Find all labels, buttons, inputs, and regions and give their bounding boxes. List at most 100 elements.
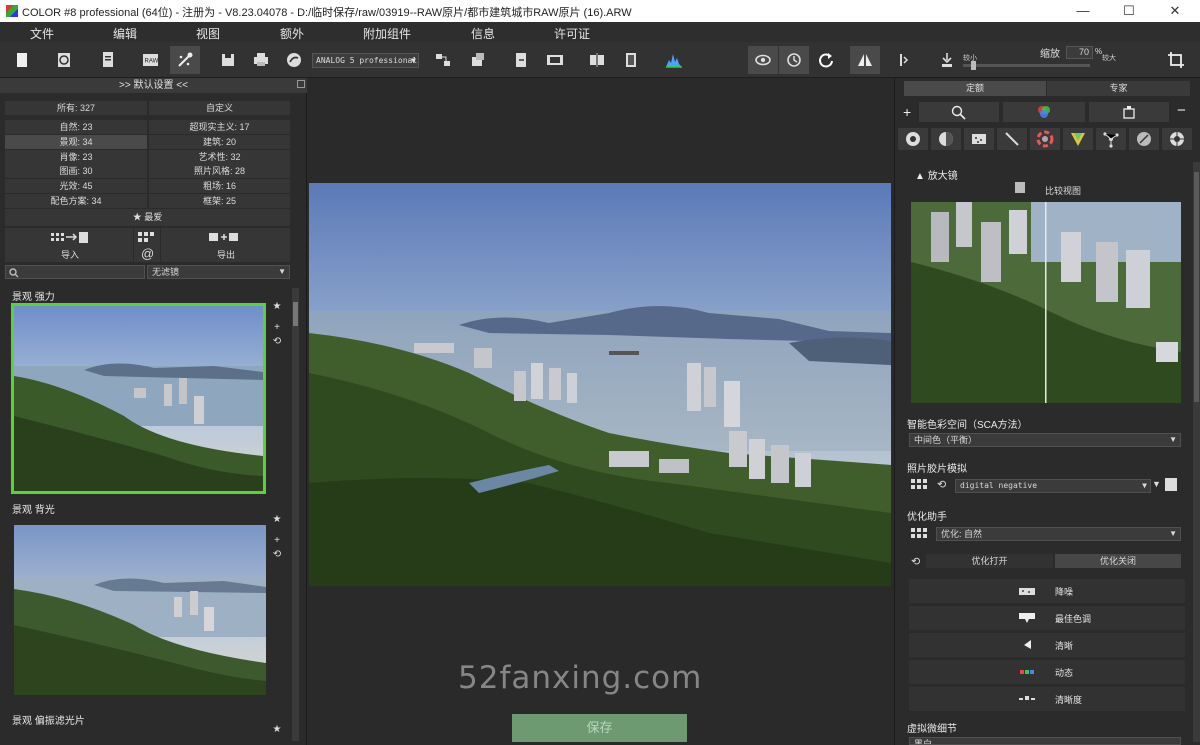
batch-icon[interactable] — [463, 46, 493, 74]
category-all[interactable]: 所有: 327 — [5, 101, 147, 115]
category-surreal[interactable]: 超现实主义: 17 — [149, 120, 290, 134]
tab-expert[interactable]: 专家 — [1047, 81, 1190, 96]
zoom-slider-handle[interactable] — [971, 61, 976, 70]
favorites-button[interactable]: ★ 最爱 — [5, 209, 290, 226]
mirror-icon[interactable] — [850, 46, 880, 74]
film-export-icon[interactable] — [1165, 478, 1177, 491]
gradient-icon[interactable] — [1063, 128, 1093, 150]
email-button[interactable]: @ — [134, 228, 160, 262]
tools-scroll-thumb[interactable] — [1194, 172, 1199, 402]
maximize-button[interactable]: ☐ — [1106, 0, 1152, 22]
fit-window-icon[interactable] — [1161, 46, 1191, 74]
category-nature[interactable]: 自然: 23 — [5, 120, 147, 134]
zoom-value-field[interactable]: 70 — [1066, 46, 1093, 59]
import-button[interactable]: 导入 — [5, 228, 133, 262]
category-photo-style[interactable]: 照片风格: 28 — [149, 164, 290, 178]
add-icon[interactable]: + — [271, 322, 283, 333]
presets-scroll-thumb[interactable] — [293, 302, 298, 326]
category-color-schemes[interactable]: 配色方案: 34 — [5, 194, 147, 208]
refresh-icon[interactable]: ⟲ — [271, 336, 283, 347]
tools-scrollbar[interactable] — [1193, 162, 1200, 742]
main-preview-image[interactable] — [309, 183, 891, 586]
optimize-grid-icon[interactable] — [911, 527, 933, 542]
single-view-icon[interactable] — [616, 46, 646, 74]
menu-edit[interactable]: 编辑 — [113, 25, 137, 42]
share-icon[interactable] — [279, 46, 309, 74]
optimize-refresh-icon[interactable]: ⟲ — [911, 555, 920, 568]
presets-scrollbar[interactable] — [292, 288, 299, 741]
menu-view[interactable]: 视图 — [196, 25, 220, 42]
split-icon[interactable] — [889, 46, 919, 74]
menu-info[interactable]: 信息 — [471, 25, 495, 42]
option-best-tone[interactable]: 最佳色调 — [909, 606, 1185, 630]
loupe-preview[interactable] — [911, 202, 1181, 403]
contrast-icon[interactable] — [931, 128, 961, 150]
optimize-select[interactable]: 优化: 自然 ▼ — [936, 527, 1181, 541]
film-strip-icon[interactable] — [540, 46, 570, 74]
menu-addons[interactable]: 附加组件 — [363, 25, 411, 42]
add-tool-button[interactable]: + — [903, 104, 911, 120]
option-dynamic[interactable]: 动态 — [909, 660, 1185, 684]
live-update-icon[interactable] — [779, 46, 809, 74]
print-icon[interactable] — [246, 46, 276, 74]
history-icon[interactable] — [49, 46, 79, 74]
sharpen-icon[interactable] — [997, 128, 1027, 150]
save-icon[interactable] — [213, 46, 243, 74]
refresh-icon[interactable]: ⟲ — [271, 549, 283, 560]
film-options-icon[interactable]: ▼ — [1152, 479, 1162, 491]
optimize-off-button[interactable]: 优化关闭 — [1055, 554, 1181, 568]
redo-icon[interactable] — [811, 46, 841, 74]
crop-icon[interactable] — [932, 46, 962, 74]
menu-extra[interactable]: 额外 — [280, 25, 304, 42]
remove-tool-button[interactable]: − — [1177, 102, 1186, 119]
close-button[interactable]: ✕ — [1152, 0, 1198, 22]
tab-basic[interactable]: 定额 — [904, 81, 1046, 96]
nodes-icon[interactable] — [1096, 128, 1126, 150]
export-doc-icon[interactable] — [506, 46, 536, 74]
category-light-effects[interactable]: 光效: 45 — [5, 179, 147, 193]
color-tool-button[interactable] — [1003, 102, 1085, 122]
category-custom[interactable]: 自定义 — [149, 101, 290, 115]
category-architecture[interactable]: 建筑: 20 — [149, 135, 290, 149]
compare-icon[interactable] — [582, 46, 612, 74]
zoom-slider[interactable] — [963, 61, 1090, 70]
option-denoise[interactable]: 降噪 — [909, 579, 1185, 603]
compare-toggle-icon[interactable] — [1015, 182, 1025, 193]
category-frames[interactable]: 框架: 25 — [149, 194, 290, 208]
menu-file[interactable]: 文件 — [30, 25, 54, 42]
category-portrait[interactable]: 肖像: 23 — [5, 150, 147, 164]
smart-color-select[interactable]: 中间色（平衡） ▼ — [909, 433, 1181, 447]
add-icon[interactable]: + — [271, 535, 283, 546]
settings-gear-icon[interactable] — [898, 128, 928, 150]
optimize-on-button[interactable]: 优化打开 — [926, 554, 1053, 568]
new-document-icon[interactable] — [7, 46, 37, 74]
collapse-arrow-icon[interactable]: ▲ — [915, 171, 928, 182]
page-icon[interactable] — [93, 46, 123, 74]
menu-license[interactable]: 许可证 — [554, 25, 590, 42]
presets-header[interactable]: >> 默认设置 << — [0, 78, 307, 93]
preview-eye-icon[interactable] — [748, 46, 778, 74]
film-refresh-icon[interactable]: ⟲ — [937, 478, 946, 491]
zoom-tool-button[interactable] — [919, 102, 999, 122]
panel-pin-icon[interactable] — [297, 80, 305, 88]
histogram-icon[interactable] — [659, 46, 689, 74]
favorite-star-icon[interactable]: ★ — [271, 724, 283, 735]
effects-icon[interactable] — [170, 46, 200, 74]
layout-icon[interactable] — [428, 46, 458, 74]
preset-thumb-2[interactable] — [14, 525, 266, 695]
category-artistic[interactable]: 艺术性: 32 — [149, 150, 290, 164]
retouch-icon[interactable] — [1129, 128, 1159, 150]
search-input[interactable] — [5, 265, 145, 279]
favorite-star-icon[interactable]: ★ — [271, 301, 283, 312]
film-select[interactable]: ANALOG 5 professional ▼ — [312, 53, 419, 68]
option-sharpness[interactable]: 清晰度 — [909, 687, 1185, 711]
filter-select[interactable]: 无滤镜 ▼ — [147, 265, 290, 279]
option-clarity[interactable]: 清晰 — [909, 633, 1185, 657]
noise-icon[interactable] — [964, 128, 994, 150]
color-wheel-icon[interactable] — [1030, 128, 1060, 150]
export-button[interactable]: 导出 — [161, 228, 290, 262]
category-rough[interactable]: 粗场: 16 — [149, 179, 290, 193]
favorite-star-icon[interactable]: ★ — [271, 514, 283, 525]
aperture-icon[interactable] — [1162, 128, 1192, 150]
stamp-tool-button[interactable] — [1089, 102, 1169, 122]
